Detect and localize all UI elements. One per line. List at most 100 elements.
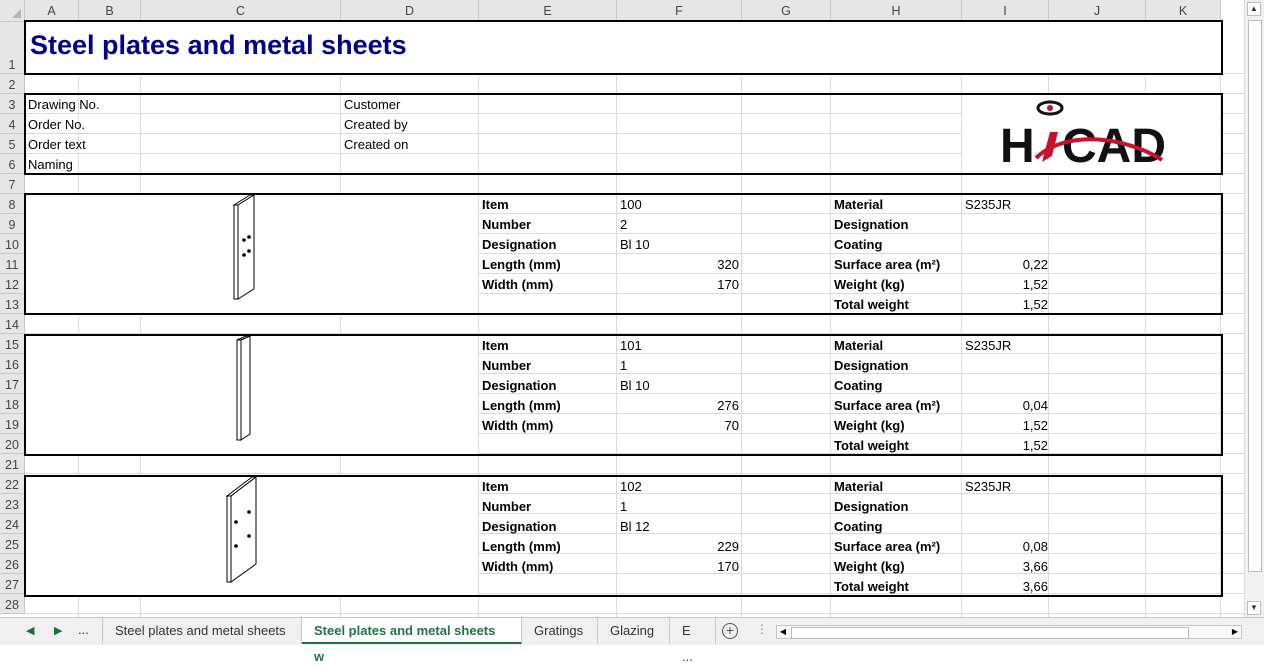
tab-more-right[interactable]: E ... xyxy=(670,618,716,664)
scroll-right-icon[interactable]: ▶ xyxy=(1230,626,1240,638)
column-header-d[interactable]: D xyxy=(341,0,479,22)
column-header-e[interactable]: E xyxy=(479,0,617,22)
item-2-prop-value: 1,52 xyxy=(1022,438,1048,453)
tab-steel-plates[interactable]: Steel plates and metal sheets xyxy=(102,618,302,644)
row-header-9[interactable]: 9 xyxy=(0,214,25,234)
item-1-prop-label: Weight (kg) xyxy=(834,277,905,292)
row-header-28[interactable]: 28 xyxy=(0,594,25,614)
sheet-tab-bar: ◀ ▶ ... Steel plates and metal sheets St… xyxy=(0,617,1264,664)
vertical-scroll-thumb[interactable] xyxy=(1248,20,1262,572)
row-header-27[interactable]: 27 xyxy=(0,574,25,594)
item-3-prop-label: Weight (kg) xyxy=(834,559,905,574)
row-header-6[interactable]: 6 xyxy=(0,154,25,174)
item-1-prop-label: Material xyxy=(834,197,884,212)
row-header-3[interactable]: 3 xyxy=(0,94,25,114)
item-1-value: 170 xyxy=(717,277,739,292)
row-header-2[interactable]: 2 xyxy=(0,74,25,94)
row-header-13[interactable]: 13 xyxy=(0,294,25,314)
item-3-value: 229 xyxy=(717,539,739,554)
column-header-j[interactable]: J xyxy=(1049,0,1146,22)
item-1-prop-value: 0,22 xyxy=(1022,257,1048,272)
tab-steel-plates-w[interactable]: Steel plates and metal sheets w xyxy=(302,618,522,664)
vertical-scrollbar[interactable]: ▲ ▼ xyxy=(1244,0,1264,617)
sheet-title: Steel plates and metal sheets xyxy=(30,30,407,60)
column-header-a[interactable]: A xyxy=(25,0,79,22)
item-3-prop-label: Designation xyxy=(834,499,909,514)
label-order-text: Order text xyxy=(28,137,86,152)
item-2-value: 276 xyxy=(717,398,739,413)
tab-scroll-right-icon[interactable]: ▶ xyxy=(54,624,62,637)
item-3-label: Designation xyxy=(482,519,557,534)
item-1-value: 100 xyxy=(620,197,642,212)
column-header-f[interactable]: F xyxy=(617,0,742,22)
scroll-left-icon[interactable]: ◀ xyxy=(778,626,788,638)
part-drawing-101 xyxy=(236,335,251,441)
row-header-16[interactable]: 16 xyxy=(0,354,25,374)
tab-more-left[interactable]: ... xyxy=(78,622,89,637)
row-header-8[interactable]: 8 xyxy=(0,194,25,214)
item-3-prop-value: S235JR xyxy=(965,479,1012,494)
horizontal-scroll-thumb[interactable] xyxy=(791,627,1189,639)
row-header-4[interactable]: 4 xyxy=(0,114,25,134)
item-3-prop-label: Total weight xyxy=(834,579,909,594)
tab-scroll-left-icon[interactable]: ◀ xyxy=(26,624,34,637)
row-header-17[interactable]: 17 xyxy=(0,374,25,394)
item-1-value: 2 xyxy=(620,217,628,232)
row-header-11[interactable]: 11 xyxy=(0,254,25,274)
tab-gratings[interactable]: Gratings xyxy=(522,618,598,644)
column-header-k[interactable]: K xyxy=(1146,0,1221,22)
row-header-25[interactable]: 25 xyxy=(0,534,25,554)
label-created-on: Created on xyxy=(344,137,409,152)
row-header-7[interactable]: 7 xyxy=(0,174,25,194)
scroll-up-icon[interactable]: ▲ xyxy=(1247,2,1261,16)
label-drawing-no: Drawing No. xyxy=(28,97,100,112)
item-2-prop-label: Total weight xyxy=(834,438,909,453)
row-header-14[interactable]: 14 xyxy=(0,314,25,334)
label-naming: Naming xyxy=(28,157,73,172)
column-header-c[interactable]: C xyxy=(141,0,341,22)
label-customer: Customer xyxy=(344,97,401,112)
column-header-b[interactable]: B xyxy=(79,0,141,22)
scroll-down-icon[interactable]: ▼ xyxy=(1247,601,1261,615)
item-2-prop-label: Surface area (m²) xyxy=(834,398,941,413)
row-header-15[interactable]: 15 xyxy=(0,334,25,354)
horizontal-scrollbar[interactable]: ◀ ▶ xyxy=(776,625,1242,639)
row-header-20[interactable]: 20 xyxy=(0,434,25,454)
row-header-18[interactable]: 18 xyxy=(0,394,25,414)
item-2-prop-label: Material xyxy=(834,338,884,353)
column-header-i[interactable]: I xyxy=(962,0,1049,22)
row-header-19[interactable]: 19 xyxy=(0,414,25,434)
row-header-22[interactable]: 22 xyxy=(0,474,25,494)
item-3-value: Bl 12 xyxy=(620,519,650,534)
row-header-23[interactable]: 23 xyxy=(0,494,25,514)
item-3-prop-label: Coating xyxy=(834,519,883,534)
add-sheet-icon[interactable]: + xyxy=(722,623,738,639)
row-header-1[interactable]: 1 xyxy=(0,22,25,74)
item-3-prop-label: Material xyxy=(834,479,884,494)
item-2-value: 101 xyxy=(620,338,642,353)
hicad-logo: H CAD xyxy=(1000,100,1166,170)
label-created-by: Created by xyxy=(344,117,408,132)
part-drawing-102 xyxy=(225,475,258,583)
item-2-label: Length (mm) xyxy=(482,398,561,413)
tab-glazing[interactable]: Glazing xyxy=(598,618,670,644)
spreadsheet-grid[interactable]: ABCDEFGHIJK 1 2 3 4 5 6 7 8 9 10 11 12 13 14 15 16 17 18 1… xyxy=(0,0,1244,617)
svg-text:H: H xyxy=(1000,120,1035,170)
item-1-label: Designation xyxy=(482,237,557,252)
item-2-prop-label: Designation xyxy=(834,358,909,373)
select-all-corner[interactable] xyxy=(0,0,25,22)
row-header-5[interactable]: 5 xyxy=(0,134,25,154)
row-header-24[interactable]: 24 xyxy=(0,514,25,534)
item-3-label: Width (mm) xyxy=(482,559,554,574)
item-2-label: Designation xyxy=(482,378,557,393)
row-header-26[interactable]: 26 xyxy=(0,554,25,574)
splitter-handle-icon[interactable]: ⋮ xyxy=(756,622,768,636)
row-header-12[interactable]: 12 xyxy=(0,274,25,294)
item-2-label: Item xyxy=(482,338,509,353)
column-header-g[interactable]: G xyxy=(742,0,831,22)
row-header-10[interactable]: 10 xyxy=(0,234,25,254)
item-1-prop-value: S235JR xyxy=(965,197,1012,212)
item-3-value: 102 xyxy=(620,479,642,494)
row-header-21[interactable]: 21 xyxy=(0,454,25,474)
column-header-h[interactable]: H xyxy=(831,0,962,22)
